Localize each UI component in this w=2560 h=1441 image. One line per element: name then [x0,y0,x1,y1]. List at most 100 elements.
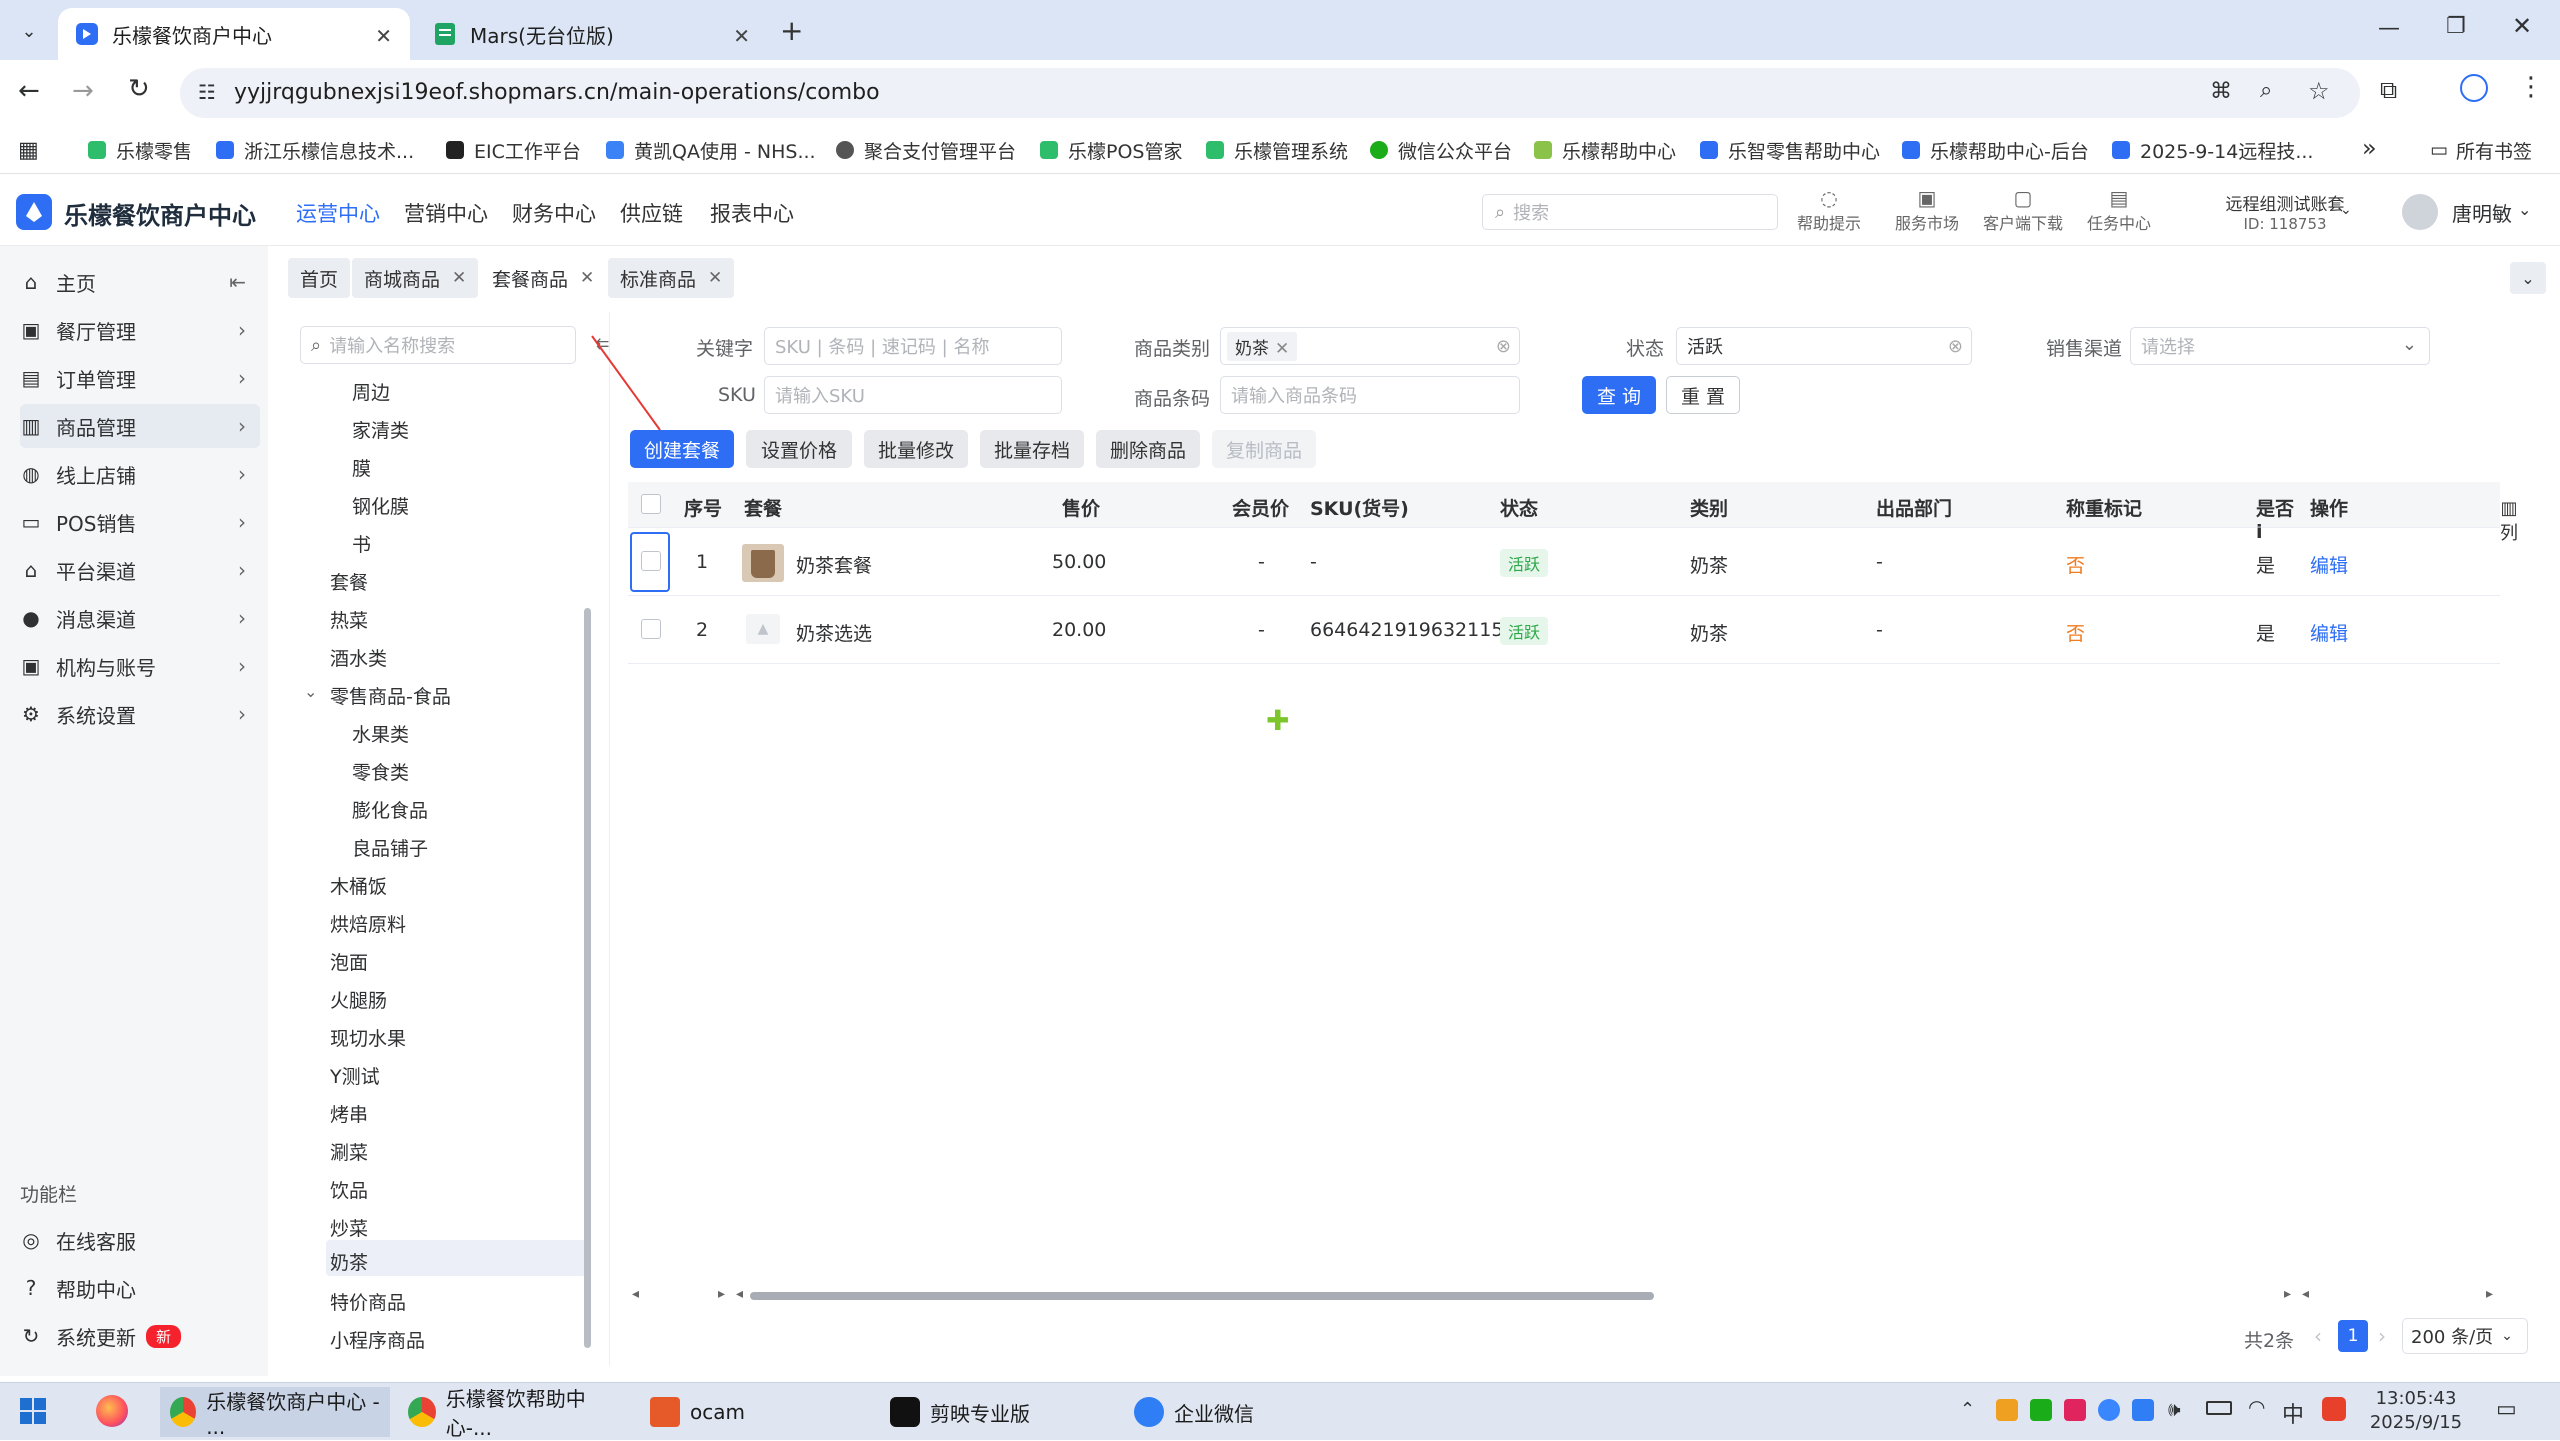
battery-icon[interactable] [2206,1401,2232,1415]
chevron-down-icon[interactable]: ⌄ [2340,202,2352,218]
bookmark[interactable]: 乐檬管理系统 [1206,136,1348,164]
bookmark[interactable]: 乐檬零售 [88,136,192,164]
tree-node[interactable]: 家清类 [352,416,409,443]
edit-link[interactable]: 编辑 [2310,619,2348,646]
back-icon[interactable]: ← [18,76,40,106]
all-bookmarks[interactable]: ▭ 所有书签 [2430,136,2532,164]
copy-product-button[interactable]: 复制商品 [1212,430,1316,468]
tray-icon[interactable] [1996,1399,2018,1421]
star-icon[interactable]: ☆ [2308,77,2330,105]
tree-scrollbar[interactable] [584,608,591,1348]
tree-node[interactable]: 书 [352,530,371,557]
nav-reports[interactable]: 报表中心 [710,198,794,228]
scroll-right-icon[interactable]: ▸ [718,1286,725,1302]
keyword-input[interactable]: SKU | 条码 | 速记码 | 名称 [764,327,1062,365]
tree-node[interactable]: 钢化膜 [352,492,409,519]
horizontal-scrollbar[interactable] [750,1292,1654,1300]
tree-node-selected[interactable]: 奶茶 [330,1248,368,1275]
clock[interactable]: 13:05:43 2025/9/15 [2354,1387,2478,1435]
func-item-service[interactable]: ◎ 在线客服 [20,1218,260,1262]
close-icon[interactable]: ✕ [580,268,594,288]
batch-edit-button[interactable]: 批量修改 [864,430,968,468]
bookmark[interactable]: EIC工作平台 [446,136,581,164]
bookmark[interactable]: 乐檬POS管家 [1040,136,1182,164]
scroll-left-icon[interactable]: ◂ [2302,1286,2309,1302]
header-search[interactable]: ⌕ 搜索 [1482,194,1778,230]
translate-icon[interactable]: ⌘ [2210,79,2232,104]
volume-icon[interactable]: 🕪 [2168,1397,2181,1421]
minimize-icon[interactable]: — [2378,16,2400,41]
tree-node[interactable]: 小程序商品 [330,1326,425,1353]
page-tab-mall[interactable]: 商城商品 ✕ [352,258,479,298]
row-checkbox[interactable] [641,551,661,571]
bookmarks-more[interactable]: » [2362,134,2377,162]
tree-node[interactable]: Y测试 [330,1062,380,1089]
sidebar-item-org[interactable]: ▣ 机构与账号 › [20,644,260,688]
bookmark[interactable]: 乐檬帮助中心 [1534,136,1676,164]
firefox-icon[interactable] [96,1395,128,1427]
next-page-icon[interactable]: › [2378,1324,2386,1348]
sidebar-item-orders[interactable]: ▤ 订单管理 › [20,356,260,400]
sku-input[interactable]: 请输入SKU [764,376,1062,414]
batch-archive-button[interactable]: 批量存档 [980,430,1084,468]
tray-icon[interactable] [2064,1399,2086,1421]
reset-button[interactable]: 重 置 [1666,376,1740,414]
close-icon[interactable]: ✕ [375,24,392,48]
page-tab-standard[interactable]: 标准商品 ✕ [608,258,735,298]
tree-node[interactable]: 饮品 [330,1176,368,1203]
profile-icon[interactable] [2460,74,2488,102]
market-button[interactable]: ▣ 服务市场 [1882,186,1972,234]
download-button[interactable]: ▢ 客户端下载 [1978,186,2068,234]
page-size-select[interactable]: 200 条/页 ⌄ [2402,1318,2528,1354]
column-setting-button[interactable]: ▥ 列 [2500,498,2518,545]
nav-finance[interactable]: 财务中心 [512,198,596,228]
scroll-right-icon[interactable]: ▸ [2486,1286,2493,1302]
task-button[interactable]: ▤ 任务中心 [2074,186,2164,234]
sidebar-item-home[interactable]: ⌂ 主页 ⇤ [20,260,260,304]
reload-icon[interactable]: ↻ [128,74,150,104]
new-tab-button[interactable]: + [780,14,803,47]
tree-node[interactable]: 良品铺子 [352,834,428,861]
bookmark[interactable]: 微信公众平台 [1370,136,1512,164]
close-icon[interactable]: ✕ [1275,339,1289,359]
forward-icon[interactable]: → [72,76,94,106]
edit-link[interactable]: 编辑 [2310,551,2348,578]
scroll-left-icon[interactable]: ◂ [632,1286,639,1302]
windows-start-icon[interactable] [20,1398,46,1424]
sidebar-item-platform[interactable]: ⌂ 平台渠道 › [20,548,260,592]
query-button[interactable]: 查 询 [1582,376,1656,414]
chevron-down-icon[interactable]: ⌄ [2518,200,2531,219]
browser-tab[interactable]: Mars(无台位版) ✕ [416,8,768,60]
sogou-icon[interactable] [2322,1397,2346,1421]
tree-node[interactable]: 零食类 [352,758,409,785]
tree-node[interactable]: 特价商品 [330,1288,406,1315]
set-price-button[interactable]: 设置价格 [746,430,852,468]
tray-icon[interactable] [2132,1399,2154,1421]
func-item-help[interactable]: ? 帮助中心 [20,1266,260,1310]
tree-node[interactable]: 水果类 [352,720,409,747]
tree-node[interactable]: 膜 [352,454,371,481]
create-combo-button[interactable]: 创建套餐 [630,430,734,468]
page-tab-home[interactable]: 首页 [288,258,351,298]
nav-marketing[interactable]: 营销中心 [404,198,488,228]
ime-indicator[interactable]: 中 [2282,1397,2304,1429]
close-icon[interactable]: ✕ [708,268,722,288]
bookmark[interactable]: 2025-9-14远程技... [2112,136,2313,164]
sidebar-item-message[interactable]: ● 消息渠道 › [20,596,260,640]
taskbar-app[interactable]: 乐檬餐饮商户中心 - ... [160,1387,390,1439]
clear-icon[interactable]: ⊗ [1496,336,1511,357]
bookmark[interactable]: 黄凯QA使用 - NHS... [606,136,816,164]
tree-node[interactable]: 热菜 [330,606,368,633]
tree-node[interactable]: 炒菜 [330,1214,368,1241]
avatar[interactable] [2402,194,2438,230]
tray-icon[interactable] [2098,1399,2120,1421]
taskbar-app[interactable]: ocam [640,1387,860,1437]
bookmark[interactable]: 浙江乐檬信息技术... [216,136,414,164]
tree-node[interactable]: 酒水类 [330,644,387,671]
tree-node[interactable]: 火腿肠 [330,986,387,1013]
sidebar-item-restaurant[interactable]: ▣ 餐厅管理 › [20,308,260,352]
zoom-icon[interactable]: ⌕ [2260,78,2272,103]
clear-icon[interactable]: ⊗ [1948,336,1963,357]
expand-arrow-icon[interactable]: ⌄ [304,682,317,701]
select-all-checkbox[interactable] [641,494,661,514]
